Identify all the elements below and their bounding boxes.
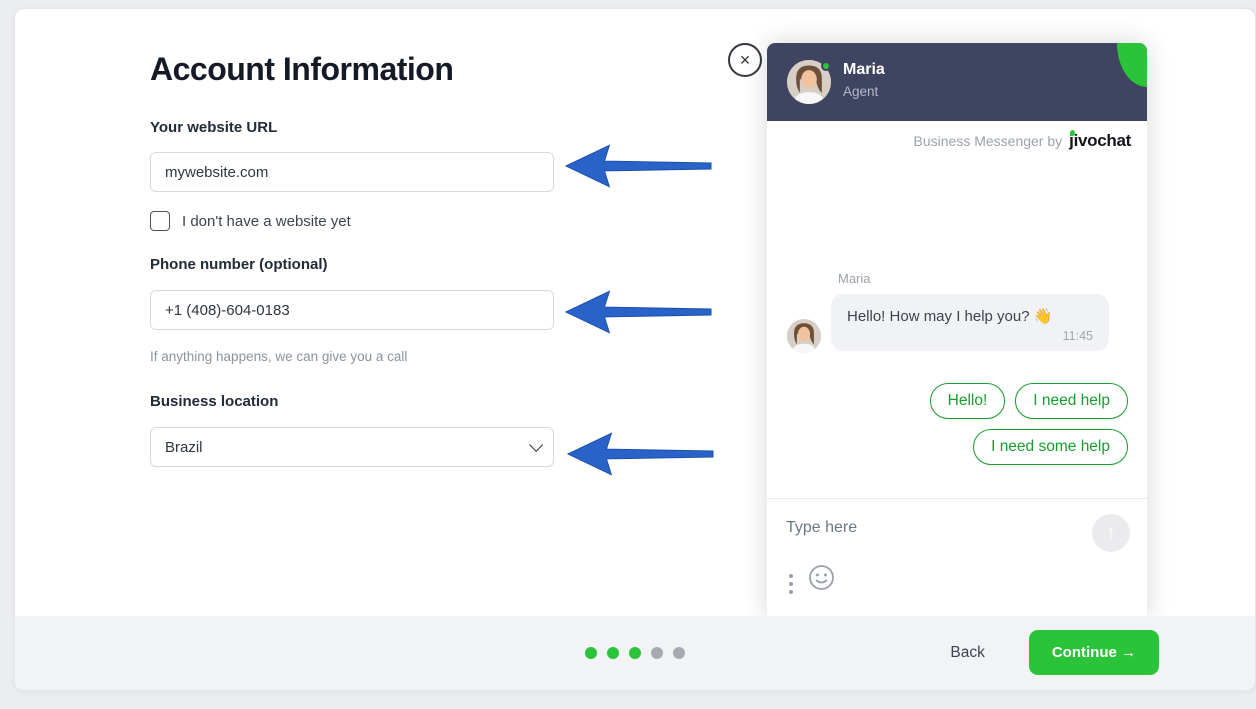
online-status-dot — [821, 61, 831, 71]
back-button[interactable]: Back — [950, 644, 984, 662]
send-arrow-icon: ↑ — [1106, 522, 1116, 545]
jivochat-logo: jivochat — [1069, 131, 1131, 151]
send-button[interactable]: ↑ — [1092, 514, 1130, 552]
input-divider — [767, 498, 1147, 499]
wizard-footer: Back Continue → — [15, 616, 1255, 690]
more-options-icon[interactable] — [789, 574, 793, 594]
branding-row: Business Messenger by jivochat — [767, 121, 1147, 161]
agent-role: Agent — [843, 84, 878, 99]
quick-reply-button[interactable]: I need help — [1015, 383, 1128, 419]
close-widget-button[interactable]: × — [728, 43, 762, 77]
progress-dot — [651, 647, 663, 659]
progress-dot — [607, 647, 619, 659]
branding-text: Business Messenger by — [914, 133, 1063, 149]
progress-dot — [585, 647, 597, 659]
progress-dots — [585, 647, 685, 659]
website-url-input[interactable] — [150, 152, 554, 192]
progress-dot — [673, 647, 685, 659]
no-website-checkbox[interactable] — [150, 211, 170, 231]
quick-reply-button[interactable]: Hello! — [930, 383, 1006, 419]
message-avatar — [787, 319, 821, 353]
no-website-checkbox-row[interactable]: I don't have a website yet — [150, 211, 351, 231]
no-website-checkbox-label: I don't have a website yet — [182, 213, 351, 230]
business-location-value: Brazil — [165, 439, 203, 456]
message-sender-name: Maria — [838, 271, 871, 286]
agent-message-text: Hello! How may I help you? 👋 — [847, 307, 1093, 325]
chat-header: Maria Agent — [767, 43, 1147, 121]
quick-reply-button[interactable]: I need some help — [973, 429, 1128, 465]
progress-dot — [629, 647, 641, 659]
chevron-down-icon — [529, 438, 543, 452]
business-location-select[interactable]: Brazil — [150, 427, 554, 467]
wave-emoji: 👋 — [1034, 308, 1053, 325]
leaf-icon — [1117, 43, 1147, 87]
agent-message-bubble: Hello! How may I help you? 👋 11:45 — [831, 294, 1109, 351]
page-title: Account Information — [150, 51, 453, 88]
onboarding-card: Account Information Your website URL I d… — [14, 8, 1256, 691]
close-icon: × — [740, 51, 751, 69]
footer-actions: Back Continue → — [950, 630, 1159, 675]
annotation-arrow-location — [566, 431, 714, 477]
emoji-picker-icon[interactable] — [808, 564, 835, 596]
message-timestamp: 11:45 — [847, 329, 1093, 343]
continue-button[interactable]: Continue → — [1029, 630, 1159, 675]
chat-message-input[interactable] — [786, 519, 1076, 537]
chat-widget-preview: Maria Agent Business Messenger by jivoch… — [767, 43, 1147, 618]
phone-helper-text: If anything happens, we can give you a c… — [150, 349, 407, 364]
agent-name: Maria — [843, 61, 885, 79]
website-url-label: Your website URL — [150, 119, 277, 136]
phone-label: Phone number (optional) — [150, 256, 328, 273]
annotation-arrow-website — [564, 143, 712, 189]
phone-input[interactable] — [150, 290, 554, 330]
business-location-label: Business location — [150, 393, 278, 410]
annotation-arrow-phone — [564, 289, 712, 335]
quick-replies: Hello!I need help I need some help — [914, 383, 1128, 465]
